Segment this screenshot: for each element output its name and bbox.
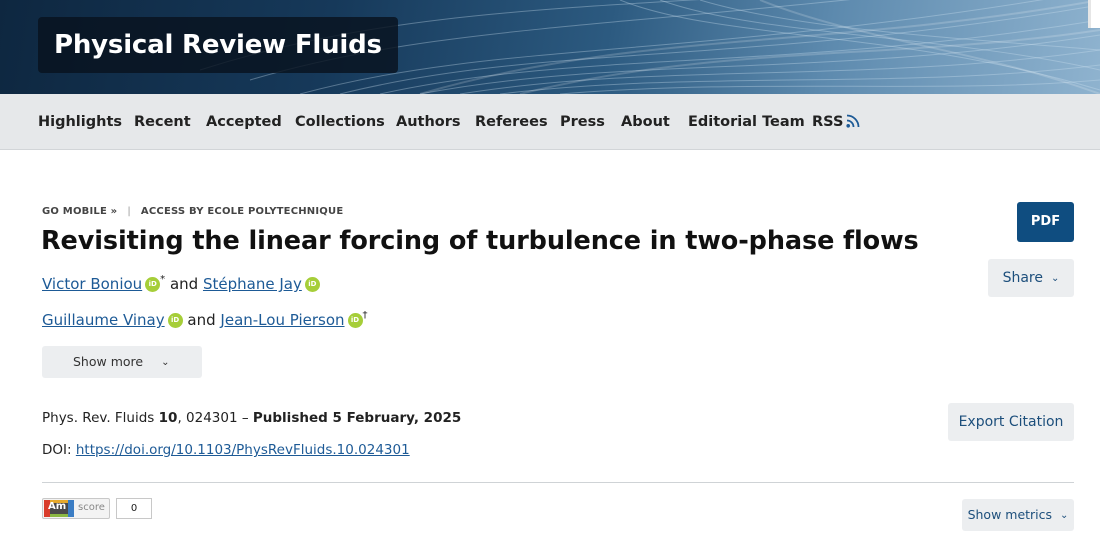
doi-label: DOI: — [42, 442, 76, 458]
citation-line: Phys. Rev. Fluids 10, 024301 – Published… — [42, 410, 461, 426]
citation-article-number: , 024301 – — [177, 410, 253, 426]
chevron-down-icon: ⌄ — [1060, 510, 1069, 521]
orcid-icon[interactable]: iD — [145, 277, 161, 292]
chevron-down-icon: ⌄ — [161, 357, 170, 368]
breadcrumb: GO MOBILE » | ACCESS BY ECOLE POLYTECHNIQU… — [42, 206, 343, 217]
breadcrumb-separator: | — [127, 206, 131, 217]
go-mobile-link[interactable]: GO MOBILE » — [42, 206, 117, 217]
author-link[interactable]: Stéphane Jay — [203, 275, 302, 293]
share-label: Share — [1002, 270, 1043, 286]
author-footnote-mark: * — [160, 274, 166, 285]
orcid-icon[interactable]: iD — [304, 277, 320, 292]
author-link[interactable]: Jean-Lou Pierson — [220, 311, 344, 329]
author-conjunction: and — [169, 275, 199, 293]
journal-banner: Physical Review Fluids — [0, 0, 1100, 94]
orcid-icon[interactable]: iD — [167, 313, 183, 328]
section-divider — [42, 482, 1074, 483]
altmetric-score-badge[interactable]: Am score — [42, 498, 110, 519]
chevron-down-icon: ⌄ — [1051, 273, 1060, 284]
article-title: Revisiting the linear forcing of turbule… — [41, 226, 919, 256]
published-date: Published 5 February, 2025 — [252, 410, 462, 426]
citation-journal: Phys. Rev. Fluids — [42, 410, 155, 426]
nav-item-authors[interactable]: Authors — [396, 94, 461, 150]
nav-item-rss[interactable]: RSS — [812, 94, 843, 150]
show-more-button[interactable]: Show more ⌄ — [42, 346, 202, 378]
author-line-1: Victor Boniou iD * and Stéphane Jay iD — [42, 274, 320, 293]
altmetric-score-label: score — [78, 502, 105, 513]
export-citation-button[interactable]: Export Citation — [948, 403, 1074, 441]
show-more-label: Show more — [73, 354, 144, 369]
altmetric-score-value: 0 — [116, 498, 152, 519]
nav-item-collections[interactable]: Collections — [295, 94, 385, 150]
nav-item-accepted[interactable]: Accepted — [206, 94, 282, 150]
nav-item-editorial-team[interactable]: Editorial Team — [688, 94, 805, 150]
author-link[interactable]: Victor Boniou — [42, 275, 142, 293]
access-notice: ACCESS BY ECOLE POLYTECHNIQUE — [140, 206, 344, 217]
citation-volume: 10 — [158, 410, 178, 426]
main-nav: Highlights Recent Accepted Collections A… — [0, 94, 1100, 150]
journal-title[interactable]: Physical Review Fluids — [38, 17, 398, 73]
nav-item-recent[interactable]: Recent — [134, 94, 191, 150]
doi-line: DOI: https://doi.org/10.1103/PhysRevFlui… — [42, 442, 410, 458]
nav-item-press[interactable]: Press — [560, 94, 605, 150]
author-footnote-mark: † — [362, 310, 368, 321]
author-conjunction: and — [187, 311, 216, 329]
altmetric-badge-text: Am — [48, 501, 67, 512]
nav-item-highlights[interactable]: Highlights — [38, 94, 122, 150]
rss-icon[interactable] — [846, 114, 860, 128]
nav-item-about[interactable]: About — [621, 94, 670, 150]
pdf-button[interactable]: PDF — [1017, 202, 1074, 242]
author-link[interactable]: Guillaume Vinay — [42, 311, 165, 329]
scrollbar-thumb[interactable] — [1088, 0, 1100, 28]
show-metrics-label: Show metrics — [967, 507, 1053, 522]
doi-link[interactable]: https://doi.org/10.1103/PhysRevFluids.10… — [76, 442, 410, 458]
author-line-2: Guillaume Vinay iD and Jean-Lou Pierson iD… — [42, 310, 368, 329]
orcid-icon[interactable]: iD — [347, 313, 363, 328]
share-button[interactable]: Share ⌄ — [988, 259, 1074, 297]
nav-item-referees[interactable]: Referees — [475, 94, 548, 150]
show-metrics-button[interactable]: Show metrics ⌄ — [962, 499, 1074, 531]
